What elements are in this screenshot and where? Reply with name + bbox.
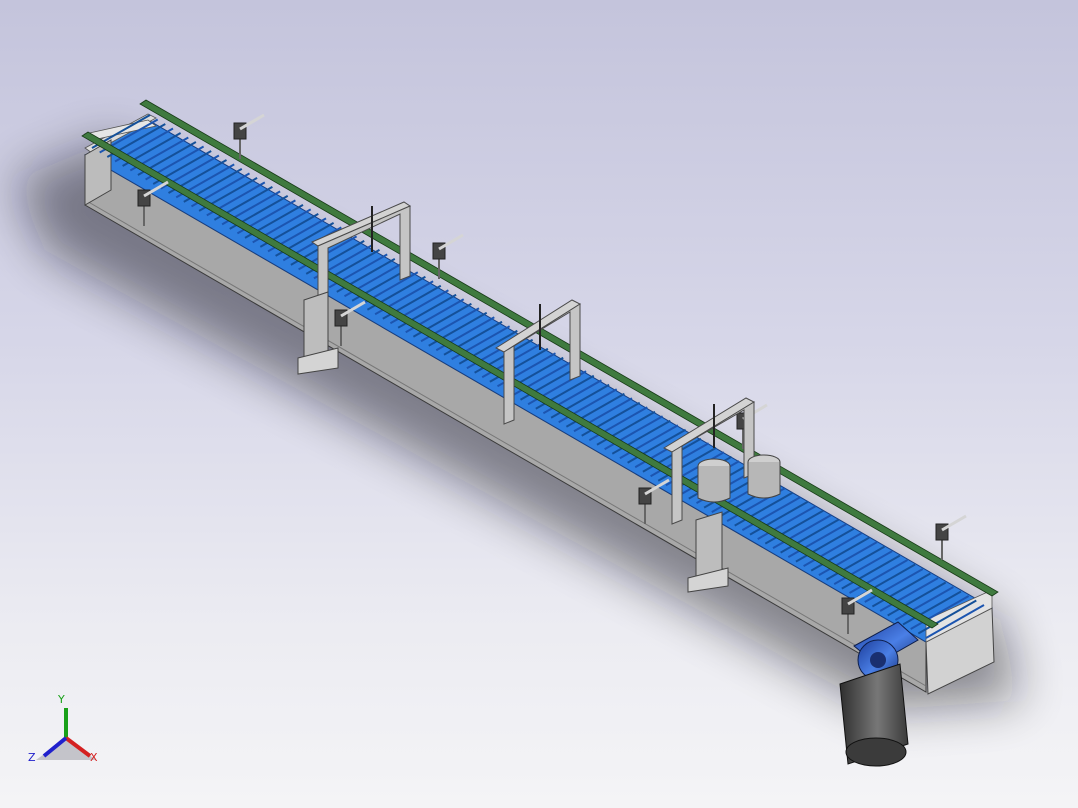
conveyor-model[interactable] bbox=[0, 0, 1078, 808]
coordinate-triad: Y X Z bbox=[26, 694, 106, 774]
axis-z-label: Z bbox=[28, 751, 36, 764]
cad-viewport[interactable]: Y X Z bbox=[0, 0, 1078, 808]
axis-y-label: Y bbox=[58, 693, 65, 706]
triad-axis-icon bbox=[36, 708, 96, 760]
rail-bracket bbox=[935, 514, 967, 560]
frame-lower-edge bbox=[84, 199, 927, 687]
axis-x-label: X bbox=[90, 751, 98, 764]
rail-bracket bbox=[233, 113, 265, 159]
